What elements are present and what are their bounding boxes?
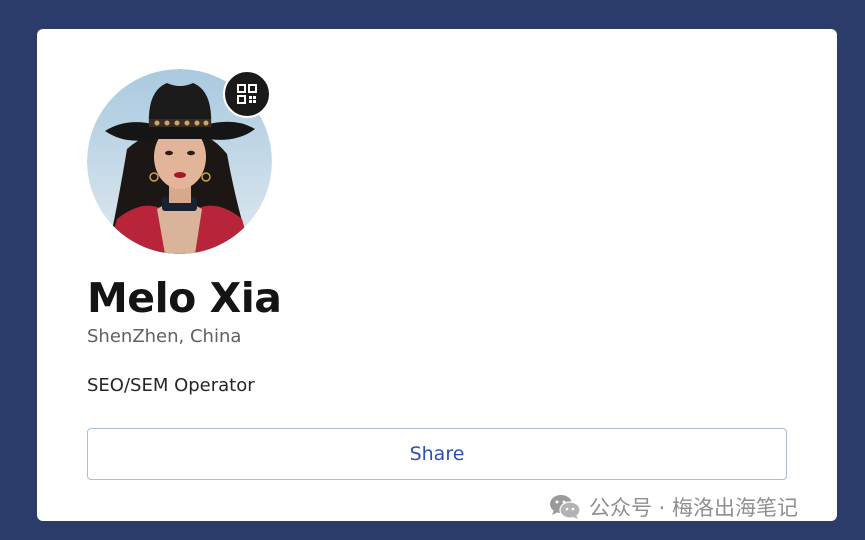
qr-code-icon xyxy=(237,84,257,104)
profile-bio: SEO/SEM Operator xyxy=(87,375,255,396)
share-button[interactable]: Share xyxy=(87,428,787,480)
qr-code-button[interactable] xyxy=(223,70,271,118)
page-background: Melo Xia ShenZhen, China SEO/SEM Operato… xyxy=(0,0,865,540)
profile-location: ShenZhen, China xyxy=(87,326,242,347)
avatar-container xyxy=(87,69,272,254)
profile-card: Melo Xia ShenZhen, China SEO/SEM Operato… xyxy=(37,29,837,521)
profile-name: Melo Xia xyxy=(87,274,282,322)
share-button-label: Share xyxy=(409,443,465,465)
wechat-icon xyxy=(549,493,581,521)
watermark: 公众号 · 梅洛出海笔记 xyxy=(549,490,798,524)
watermark-text: 公众号 · 梅洛出海笔记 xyxy=(589,496,799,520)
